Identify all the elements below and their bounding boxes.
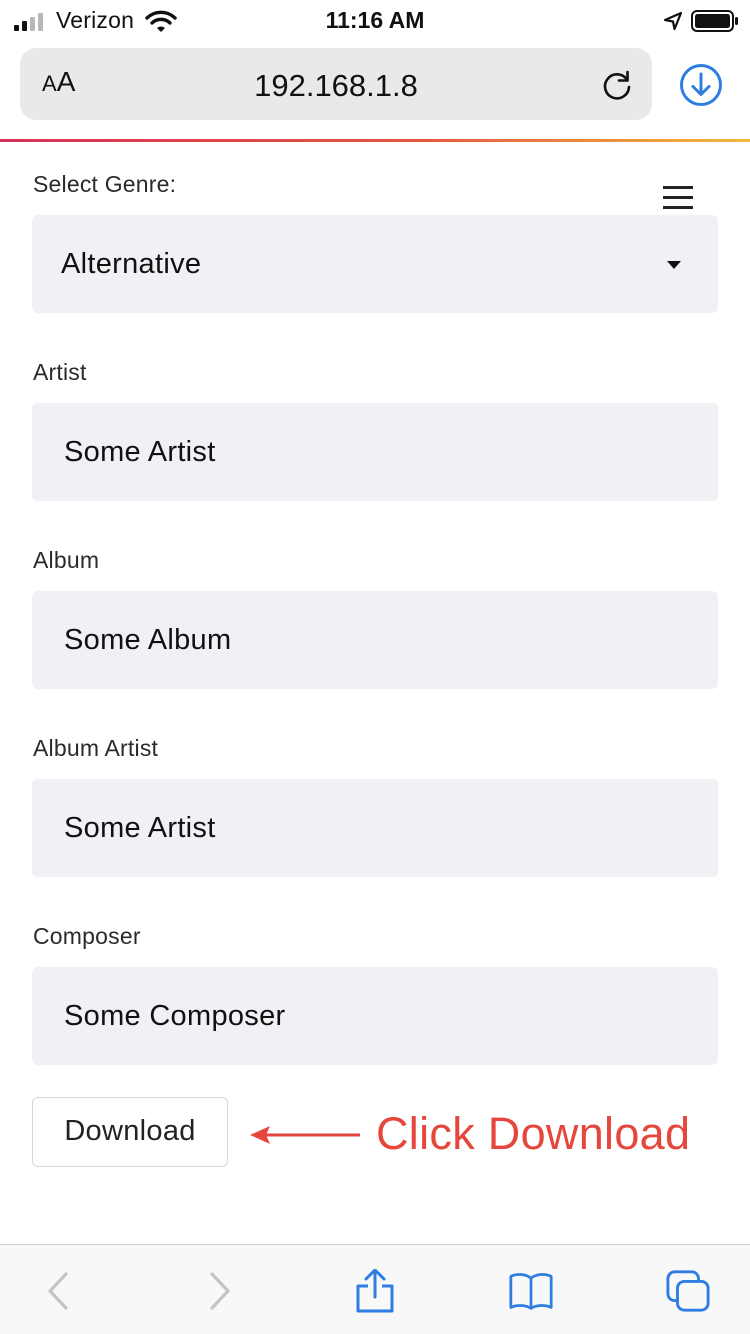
battery-icon	[691, 10, 738, 32]
genre-select[interactable]: Alternative	[32, 215, 718, 313]
download-button[interactable]: Download	[32, 1097, 228, 1167]
address-bar[interactable]: AA 192.168.1.8	[20, 48, 652, 120]
url-text[interactable]: 192.168.1.8	[20, 68, 652, 104]
album-artist-input[interactable]: Some Artist	[32, 779, 718, 877]
back-icon[interactable]	[37, 1269, 81, 1313]
album-input-value: Some Album	[64, 623, 232, 656]
genre-label: Select Genre:	[33, 171, 177, 197]
tabs-icon[interactable]	[666, 1269, 710, 1313]
artist-input-value: Some Artist	[64, 435, 216, 468]
genre-select-value: Alternative	[61, 247, 202, 280]
share-icon[interactable]	[353, 1269, 397, 1313]
artist-input[interactable]: Some Artist	[32, 403, 718, 501]
download-indicator-icon[interactable]	[678, 62, 724, 108]
annotation-text: Click Download	[376, 1108, 691, 1159]
status-bar: Verizon 11:16 AM	[0, 0, 750, 42]
reload-icon[interactable]	[600, 68, 634, 102]
dropdown-caret-icon	[667, 261, 681, 269]
hamburger-menu-icon[interactable]	[663, 184, 693, 212]
page-load-progress-bar	[0, 139, 750, 142]
composer-input-value: Some Composer	[64, 999, 286, 1032]
album-artist-label: Album Artist	[33, 735, 159, 761]
bookmarks-icon[interactable]	[509, 1269, 553, 1313]
composer-input[interactable]: Some Composer	[32, 967, 718, 1065]
album-artist-input-value: Some Artist	[64, 811, 216, 844]
status-time: 11:16 AM	[325, 7, 425, 33]
album-input[interactable]: Some Album	[32, 591, 718, 689]
annotation-arrow-icon	[250, 1126, 360, 1144]
album-label: Album	[33, 547, 100, 573]
location-arrow-icon	[663, 11, 683, 31]
forward-icon[interactable]	[197, 1269, 241, 1313]
browser-toolbar	[0, 1244, 750, 1334]
artist-label: Artist	[33, 359, 87, 385]
composer-label: Composer	[33, 923, 141, 949]
browser-nav-bar: AA 192.168.1.8	[0, 42, 750, 142]
phone-screen: Verizon 11:16 AM AA 192.168.1.8 Select G…	[0, 0, 750, 1334]
